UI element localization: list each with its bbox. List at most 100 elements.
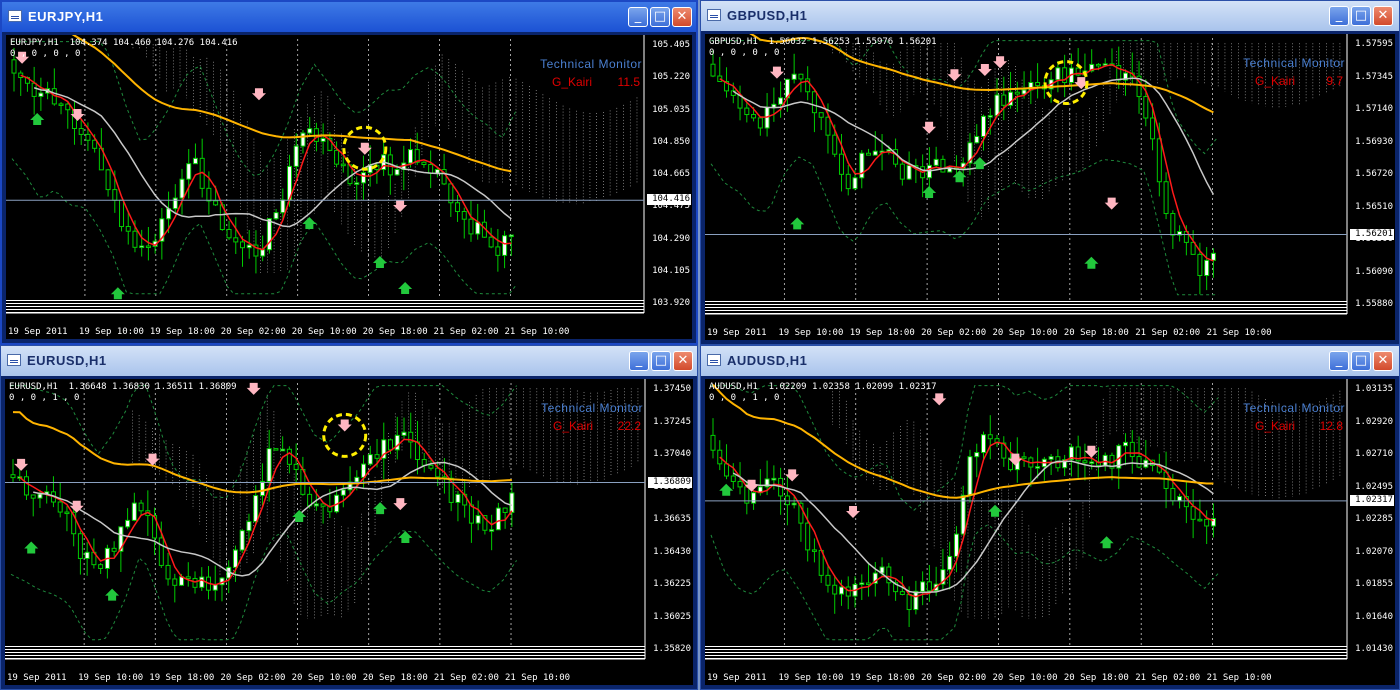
maximize-button[interactable]: □ bbox=[1351, 351, 1371, 371]
minimize-button[interactable]: _ bbox=[628, 7, 648, 27]
candle-body bbox=[906, 165, 912, 180]
candle-body bbox=[489, 529, 495, 532]
candle-body bbox=[1089, 461, 1095, 464]
chart-window-audusd[interactable]: AUDUSD,H1 _ □ ✕ AUDUSD,H1 1.02209 1.0235… bbox=[700, 345, 1400, 690]
window-titlebar[interactable]: EURJPY,H1 _ □ ✕ bbox=[2, 2, 696, 32]
g-kairi-value: 9.7 bbox=[1326, 74, 1343, 88]
close-button[interactable]: ✕ bbox=[1373, 351, 1393, 371]
candle-body bbox=[1150, 117, 1156, 140]
candle-body bbox=[192, 577, 198, 588]
maximize-button[interactable]: □ bbox=[1351, 6, 1371, 26]
price-chart[interactable]: AUDUSD,H1 1.02209 1.02358 1.02099 1.0231… bbox=[705, 379, 1395, 685]
candlesticks bbox=[11, 47, 514, 274]
window-titlebar[interactable]: AUDUSD,H1 _ □ ✕ bbox=[701, 346, 1399, 376]
close-button[interactable]: ✕ bbox=[673, 351, 693, 371]
candle-body bbox=[388, 439, 394, 451]
g-kairi-value: 11.5 bbox=[617, 75, 640, 89]
window-titlebar[interactable]: GBPUSD,H1 _ □ ✕ bbox=[701, 1, 1399, 31]
candle-body bbox=[920, 581, 926, 592]
time-axis-label: 21 Sep 10:00 bbox=[504, 327, 570, 337]
indicator-params: 0 , 0 , 1 , 0 bbox=[9, 393, 80, 403]
candle-body bbox=[78, 128, 84, 135]
chart-window-gbpusd[interactable]: GBPUSD,H1 _ □ ✕ GBPUSD,H1 1.56032 1.5625… bbox=[700, 0, 1400, 345]
candle-body bbox=[1082, 460, 1088, 464]
price-axis-label: 1.01855 bbox=[1355, 579, 1393, 589]
window-title: AUDUSD,H1 bbox=[727, 353, 808, 368]
candle-body bbox=[139, 245, 145, 249]
sell-arrow-icon bbox=[922, 121, 937, 134]
candle-body bbox=[1170, 213, 1176, 236]
buy-arrow-icon bbox=[790, 217, 805, 230]
candle-body bbox=[340, 489, 346, 496]
sell-arrow-icon bbox=[246, 382, 261, 395]
price-chart[interactable]: EURUSD,H1 1.36648 1.36830 1.36511 1.3680… bbox=[5, 379, 693, 685]
candle-body bbox=[798, 73, 804, 80]
price-axis-label: 1.02285 bbox=[1355, 514, 1393, 524]
time-axis-label: 20 Sep 02:00 bbox=[220, 327, 286, 337]
sma-line bbox=[712, 384, 1214, 499]
candle-body bbox=[125, 519, 131, 528]
price-axis-label: 1.56510 bbox=[1355, 201, 1393, 212]
time-axis-label: 20 Sep 18:00 bbox=[362, 327, 428, 337]
minimize-button[interactable]: _ bbox=[1329, 351, 1349, 371]
candle-body bbox=[293, 463, 299, 470]
candle-body bbox=[206, 187, 212, 202]
candle-body bbox=[818, 112, 824, 118]
price-axis-label: 1.55880 bbox=[1355, 299, 1393, 309]
candle-body bbox=[360, 172, 366, 184]
time-axis-label: 21 Sep 10:00 bbox=[1206, 328, 1272, 338]
g-kairi-readout: G_Kairi 9.7 bbox=[1255, 74, 1343, 88]
candle-body bbox=[273, 212, 279, 220]
candle-body bbox=[286, 448, 292, 465]
candle-body bbox=[239, 241, 245, 249]
candle-body bbox=[461, 211, 467, 220]
window-titlebar[interactable]: EURUSD,H1 _ □ ✕ bbox=[1, 346, 697, 376]
time-axis-label: 19 Sep 10:00 bbox=[78, 673, 144, 683]
candle-body bbox=[832, 134, 838, 155]
close-button[interactable]: ✕ bbox=[672, 7, 692, 27]
time-axis-label: 19 Sep 2011 bbox=[707, 673, 767, 683]
candle-body bbox=[11, 59, 17, 74]
candle-body bbox=[428, 164, 434, 174]
price-axis-label: 1.01640 bbox=[1355, 611, 1393, 622]
candle-body bbox=[280, 199, 286, 214]
candle-body bbox=[233, 237, 239, 243]
candle-body bbox=[340, 163, 346, 167]
indicator-params: 0 , 0 , 1 , 0 bbox=[709, 393, 780, 403]
price-axis-label: 105.405 bbox=[652, 40, 690, 50]
candle-body bbox=[185, 576, 191, 579]
chart-window-eurusd[interactable]: EURUSD,H1 _ □ ✕ EURUSD,H1 1.36648 1.3683… bbox=[0, 345, 698, 690]
panel-separator bbox=[705, 310, 1347, 311]
candle-body bbox=[502, 235, 508, 256]
candle-body bbox=[98, 564, 104, 569]
candle-body bbox=[1143, 96, 1149, 119]
candle-body bbox=[1001, 94, 1007, 106]
buy-arrow-icon bbox=[302, 217, 317, 229]
price-axis-label: 1.02920 bbox=[1355, 416, 1393, 427]
panel-separator bbox=[705, 646, 1347, 647]
price-axis-label: 1.36635 bbox=[653, 514, 691, 524]
candle-body bbox=[239, 530, 245, 551]
chart-window-eurjpy[interactable]: EURJPY,H1 _ □ ✕ EURJPY,H1 104.374 104.46… bbox=[0, 0, 698, 345]
buy-arrow-icon bbox=[398, 282, 413, 294]
close-button[interactable]: ✕ bbox=[1373, 6, 1393, 26]
time-axis-label: 20 Sep 18:00 bbox=[1063, 328, 1129, 338]
indicator-params: 0 , 0 , 0 , 0 bbox=[709, 48, 780, 58]
maximize-button[interactable]: □ bbox=[650, 7, 670, 27]
candle-body bbox=[145, 245, 151, 249]
maximize-button[interactable]: □ bbox=[651, 351, 671, 371]
symbol-ohlc: EURJPY,H1 104.374 104.460 104.276 104.41… bbox=[10, 38, 238, 48]
candle-body bbox=[37, 493, 43, 499]
price-chart[interactable]: GBPUSD,H1 1.56032 1.56253 1.55976 1.5620… bbox=[705, 34, 1395, 340]
panel-separator bbox=[5, 649, 645, 650]
price-axis-label: 1.57345 bbox=[1355, 71, 1393, 82]
candle-body bbox=[980, 115, 986, 137]
minimize-button[interactable]: _ bbox=[629, 351, 649, 371]
time-axis-label: 21 Sep 10:00 bbox=[1206, 673, 1272, 683]
candle-body bbox=[1210, 252, 1216, 261]
candle-body bbox=[1156, 138, 1162, 183]
price-axis-label: 1.57140 bbox=[1355, 104, 1393, 114]
price-chart[interactable]: EURJPY,H1 104.374 104.460 104.276 104.41… bbox=[6, 35, 692, 339]
minimize-button[interactable]: _ bbox=[1329, 6, 1349, 26]
panel-separator bbox=[705, 304, 1347, 305]
